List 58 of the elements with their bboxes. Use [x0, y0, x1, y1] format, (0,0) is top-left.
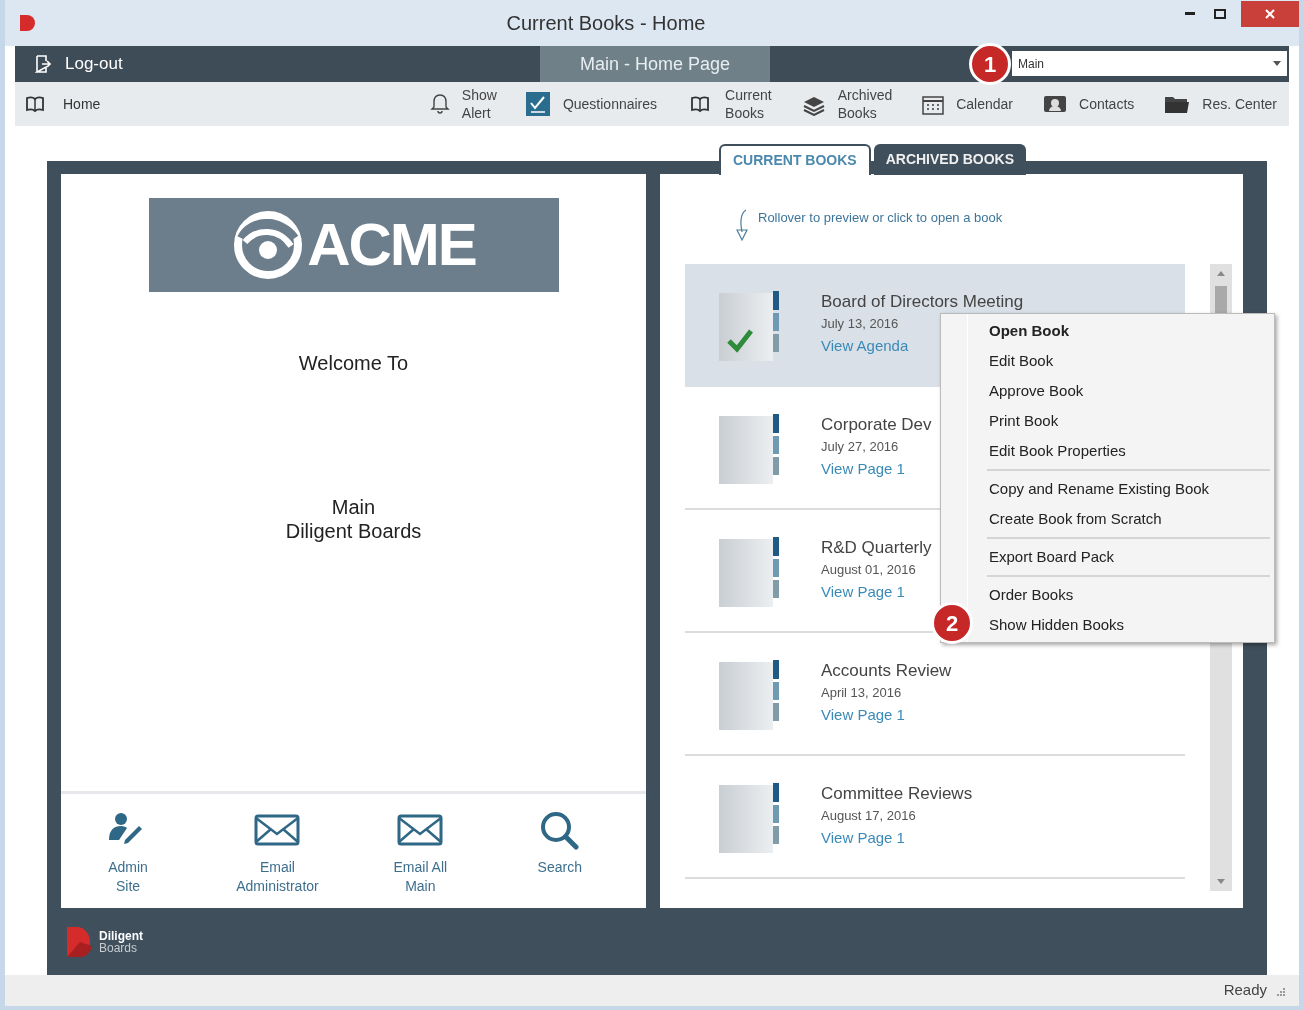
- toolbar-item[interactable]: Calendar: [922, 93, 1014, 115]
- app-logo-icon: [19, 14, 37, 32]
- curved-arrow-icon: [734, 208, 750, 242]
- book-row[interactable]: Committee Reviews August 17, 2016 View Page 1: [685, 756, 1185, 879]
- page-tab[interactable]: Main - Home Page: [540, 46, 770, 82]
- callout-badge: 1: [969, 43, 1011, 85]
- book-link[interactable]: View Page 1: [821, 827, 905, 849]
- book-icon: [23, 95, 47, 113]
- toolbar-item[interactable]: Questionnaires: [524, 91, 658, 117]
- maximize-icon: [1214, 9, 1226, 19]
- site-name: Main Diligent Boards: [285, 495, 422, 543]
- status-text: Ready: [1223, 980, 1267, 1001]
- brand-name: Diligent: [99, 929, 143, 942]
- company-logo: ACME: [148, 198, 559, 292]
- book-title: Corporate Dev: [821, 414, 932, 436]
- resize-grip-icon: [1275, 985, 1285, 996]
- toolbar-item[interactable]: Contacts: [1043, 94, 1135, 114]
- book-date: August 01, 2016: [821, 561, 916, 579]
- minimize-icon: [1185, 12, 1195, 16]
- toolbar-item[interactable]: Show Alert: [429, 86, 497, 122]
- close-icon: [1265, 9, 1275, 19]
- calendar-icon: [922, 93, 945, 115]
- close-button[interactable]: [1241, 1, 1299, 27]
- book-link[interactable]: View Page 1: [821, 458, 905, 480]
- action-button[interactable]: Email All Main: [393, 810, 448, 908]
- action-button[interactable]: Search: [536, 810, 583, 908]
- checkbox-icon: [524, 91, 551, 117]
- caret-icon: [1273, 61, 1281, 66]
- welcome-text: Welcome To: [298, 351, 409, 376]
- book-date: April 13, 2016: [821, 684, 902, 702]
- book-title: Committee Reviews: [821, 783, 973, 805]
- tab[interactable]: ARCHIVED BOOKS: [873, 144, 1027, 175]
- toolbar-item[interactable]: Current Books: [687, 86, 772, 122]
- logout-button[interactable]: Log-out: [35, 51, 123, 77]
- book-link[interactable]: View Page 1: [821, 704, 905, 726]
- action-button[interactable]: Admin Site: [105, 810, 151, 908]
- brand-logo-icon: [67, 926, 93, 957]
- bell-icon: [429, 93, 450, 115]
- book-date: July 13, 2016: [821, 315, 899, 333]
- hint-text: Rollover to preview or click to open a book: [758, 209, 1003, 227]
- brand-subtitle: Boards: [99, 941, 138, 954]
- scrollbar-thumb[interactable]: [1215, 286, 1227, 314]
- toolbar-item[interactable]: Res. Center: [1164, 93, 1277, 115]
- id-card-icon: [1043, 94, 1068, 114]
- toolbar-item[interactable]: Archived Books: [801, 86, 893, 122]
- logout-icon: [35, 54, 51, 74]
- site-dropdown[interactable]: Main: [1012, 51, 1287, 76]
- toolbar-item[interactable]: Home: [23, 93, 101, 115]
- tab[interactable]: CURRENT BOOKS: [719, 144, 871, 175]
- callout-badge: 2: [931, 602, 973, 644]
- book-title: Board of Directors Meeting: [821, 291, 1024, 313]
- book-link[interactable]: View Page 1: [821, 581, 905, 603]
- book-title: Accounts Review: [821, 660, 952, 682]
- book-date: August 17, 2016: [821, 807, 916, 825]
- window-title: Current Books - Home: [505, 11, 707, 36]
- book-title: R&D Quarterly: [821, 537, 932, 559]
- action-button[interactable]: Email Administrator: [236, 810, 319, 908]
- book-date: July 27, 2016: [821, 438, 899, 456]
